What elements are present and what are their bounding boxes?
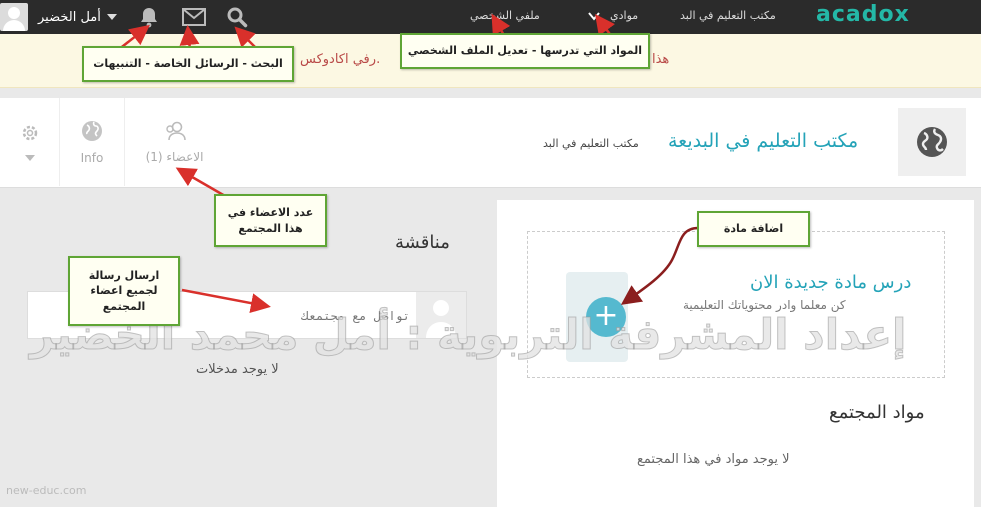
page: أمل الخضير ملفي الشخصي موادي مكتب التعلي… [0, 0, 981, 507]
callout-add-subject: اضافة مادة [697, 211, 810, 247]
callout-members-count: عدد الاعضاء في هذا المجتمع [214, 194, 327, 247]
callout-search-messages-alerts: البحث - الرسائل الخاصة - التنبيهات [82, 46, 294, 82]
callout-message-all: ارسال رسالة لجميع اعضاء المجتمع [68, 256, 180, 326]
callout-subjects-profile: المواد التي تدرسها - تعديل الملف الشخصي [400, 33, 650, 69]
